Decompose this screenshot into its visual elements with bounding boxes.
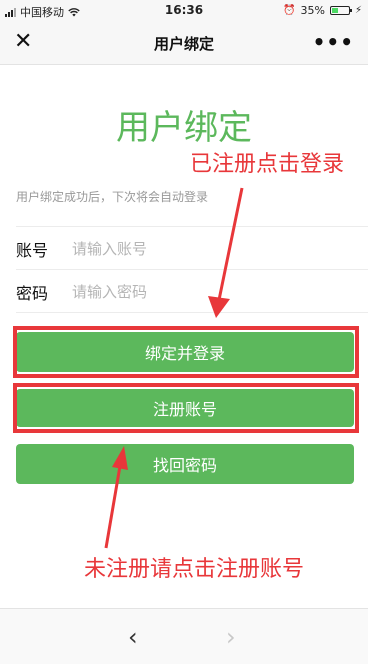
account-input[interactable]	[70, 238, 274, 259]
battery-icon	[329, 6, 352, 15]
annotation-box-register	[13, 383, 359, 433]
back-arrow-icon[interactable]: ‹	[128, 623, 138, 651]
password-label: 密码	[16, 283, 49, 303]
form-divider	[16, 312, 368, 313]
page-heading: 用户绑定	[116, 108, 252, 148]
status-right: ⏰ 35% ⚡	[283, 4, 362, 17]
annotation-registered-hint: 已注册点击登录	[190, 152, 345, 177]
status-bar: 中国移动 16:36 ⏰ 35% ⚡	[0, 0, 368, 22]
nav-bar: ✕ 用户绑定 •••	[0, 22, 368, 65]
account-row: 账号	[16, 226, 368, 270]
annotation-unregistered-hint: 未注册请点击注册账号	[84, 557, 305, 582]
password-row: 密码	[16, 269, 368, 313]
page-subtitle: 用户绑定成功后，下次将会自动登录	[16, 190, 209, 204]
recover-password-button[interactable]: 找回密码	[16, 444, 354, 484]
more-icon[interactable]: •••	[313, 30, 354, 54]
battery-percent: 35%	[300, 4, 325, 17]
annotation-box-bind	[13, 326, 359, 378]
password-input[interactable]	[70, 281, 274, 302]
alarm-icon: ⏰	[283, 5, 296, 16]
forward-arrow-icon[interactable]: ›	[226, 623, 236, 651]
charging-icon: ⚡	[354, 5, 362, 16]
account-label: 账号	[16, 240, 49, 260]
browser-toolbar: ‹ ›	[0, 608, 368, 664]
